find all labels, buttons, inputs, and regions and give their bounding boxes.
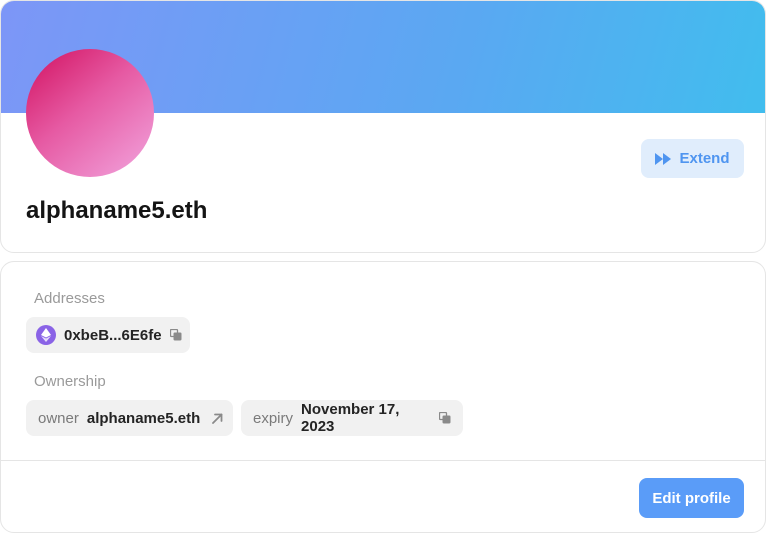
addresses-heading: Addresses <box>34 290 105 307</box>
owner-chip[interactable]: owner alphaname5.eth <box>26 400 233 436</box>
details-card: Addresses 0xbeB...6E6fe Ownership owner … <box>0 261 766 533</box>
owner-key: owner <box>38 409 79 427</box>
external-link-arrow-icon[interactable] <box>212 413 223 424</box>
expiry-chip[interactable]: expiry November 17, 2023 <box>241 400 463 436</box>
address-value: 0xbeB...6E6fe <box>64 326 162 344</box>
ethereum-icon <box>36 325 56 345</box>
profile-name: alphaname5.eth <box>26 197 208 224</box>
address-chip[interactable]: 0xbeB...6E6fe <box>26 317 190 353</box>
edit-profile-button[interactable]: Edit profile <box>639 478 744 518</box>
extend-button[interactable]: Extend <box>641 139 744 178</box>
expiry-value: November 17, 2023 <box>301 401 400 435</box>
copy-icon[interactable] <box>169 329 182 341</box>
avatar <box>26 49 154 177</box>
extend-label: Extend <box>679 150 730 167</box>
owner-value: alphaname5.eth <box>86 409 201 427</box>
fast-forward-icon <box>655 152 672 165</box>
ownership-heading: Ownership <box>34 373 106 390</box>
footer-divider <box>1 460 765 461</box>
expiry-key: expiry <box>253 409 294 427</box>
copy-icon[interactable] <box>439 412 451 424</box>
profile-card: Extend alphaname5.eth <box>0 0 766 253</box>
